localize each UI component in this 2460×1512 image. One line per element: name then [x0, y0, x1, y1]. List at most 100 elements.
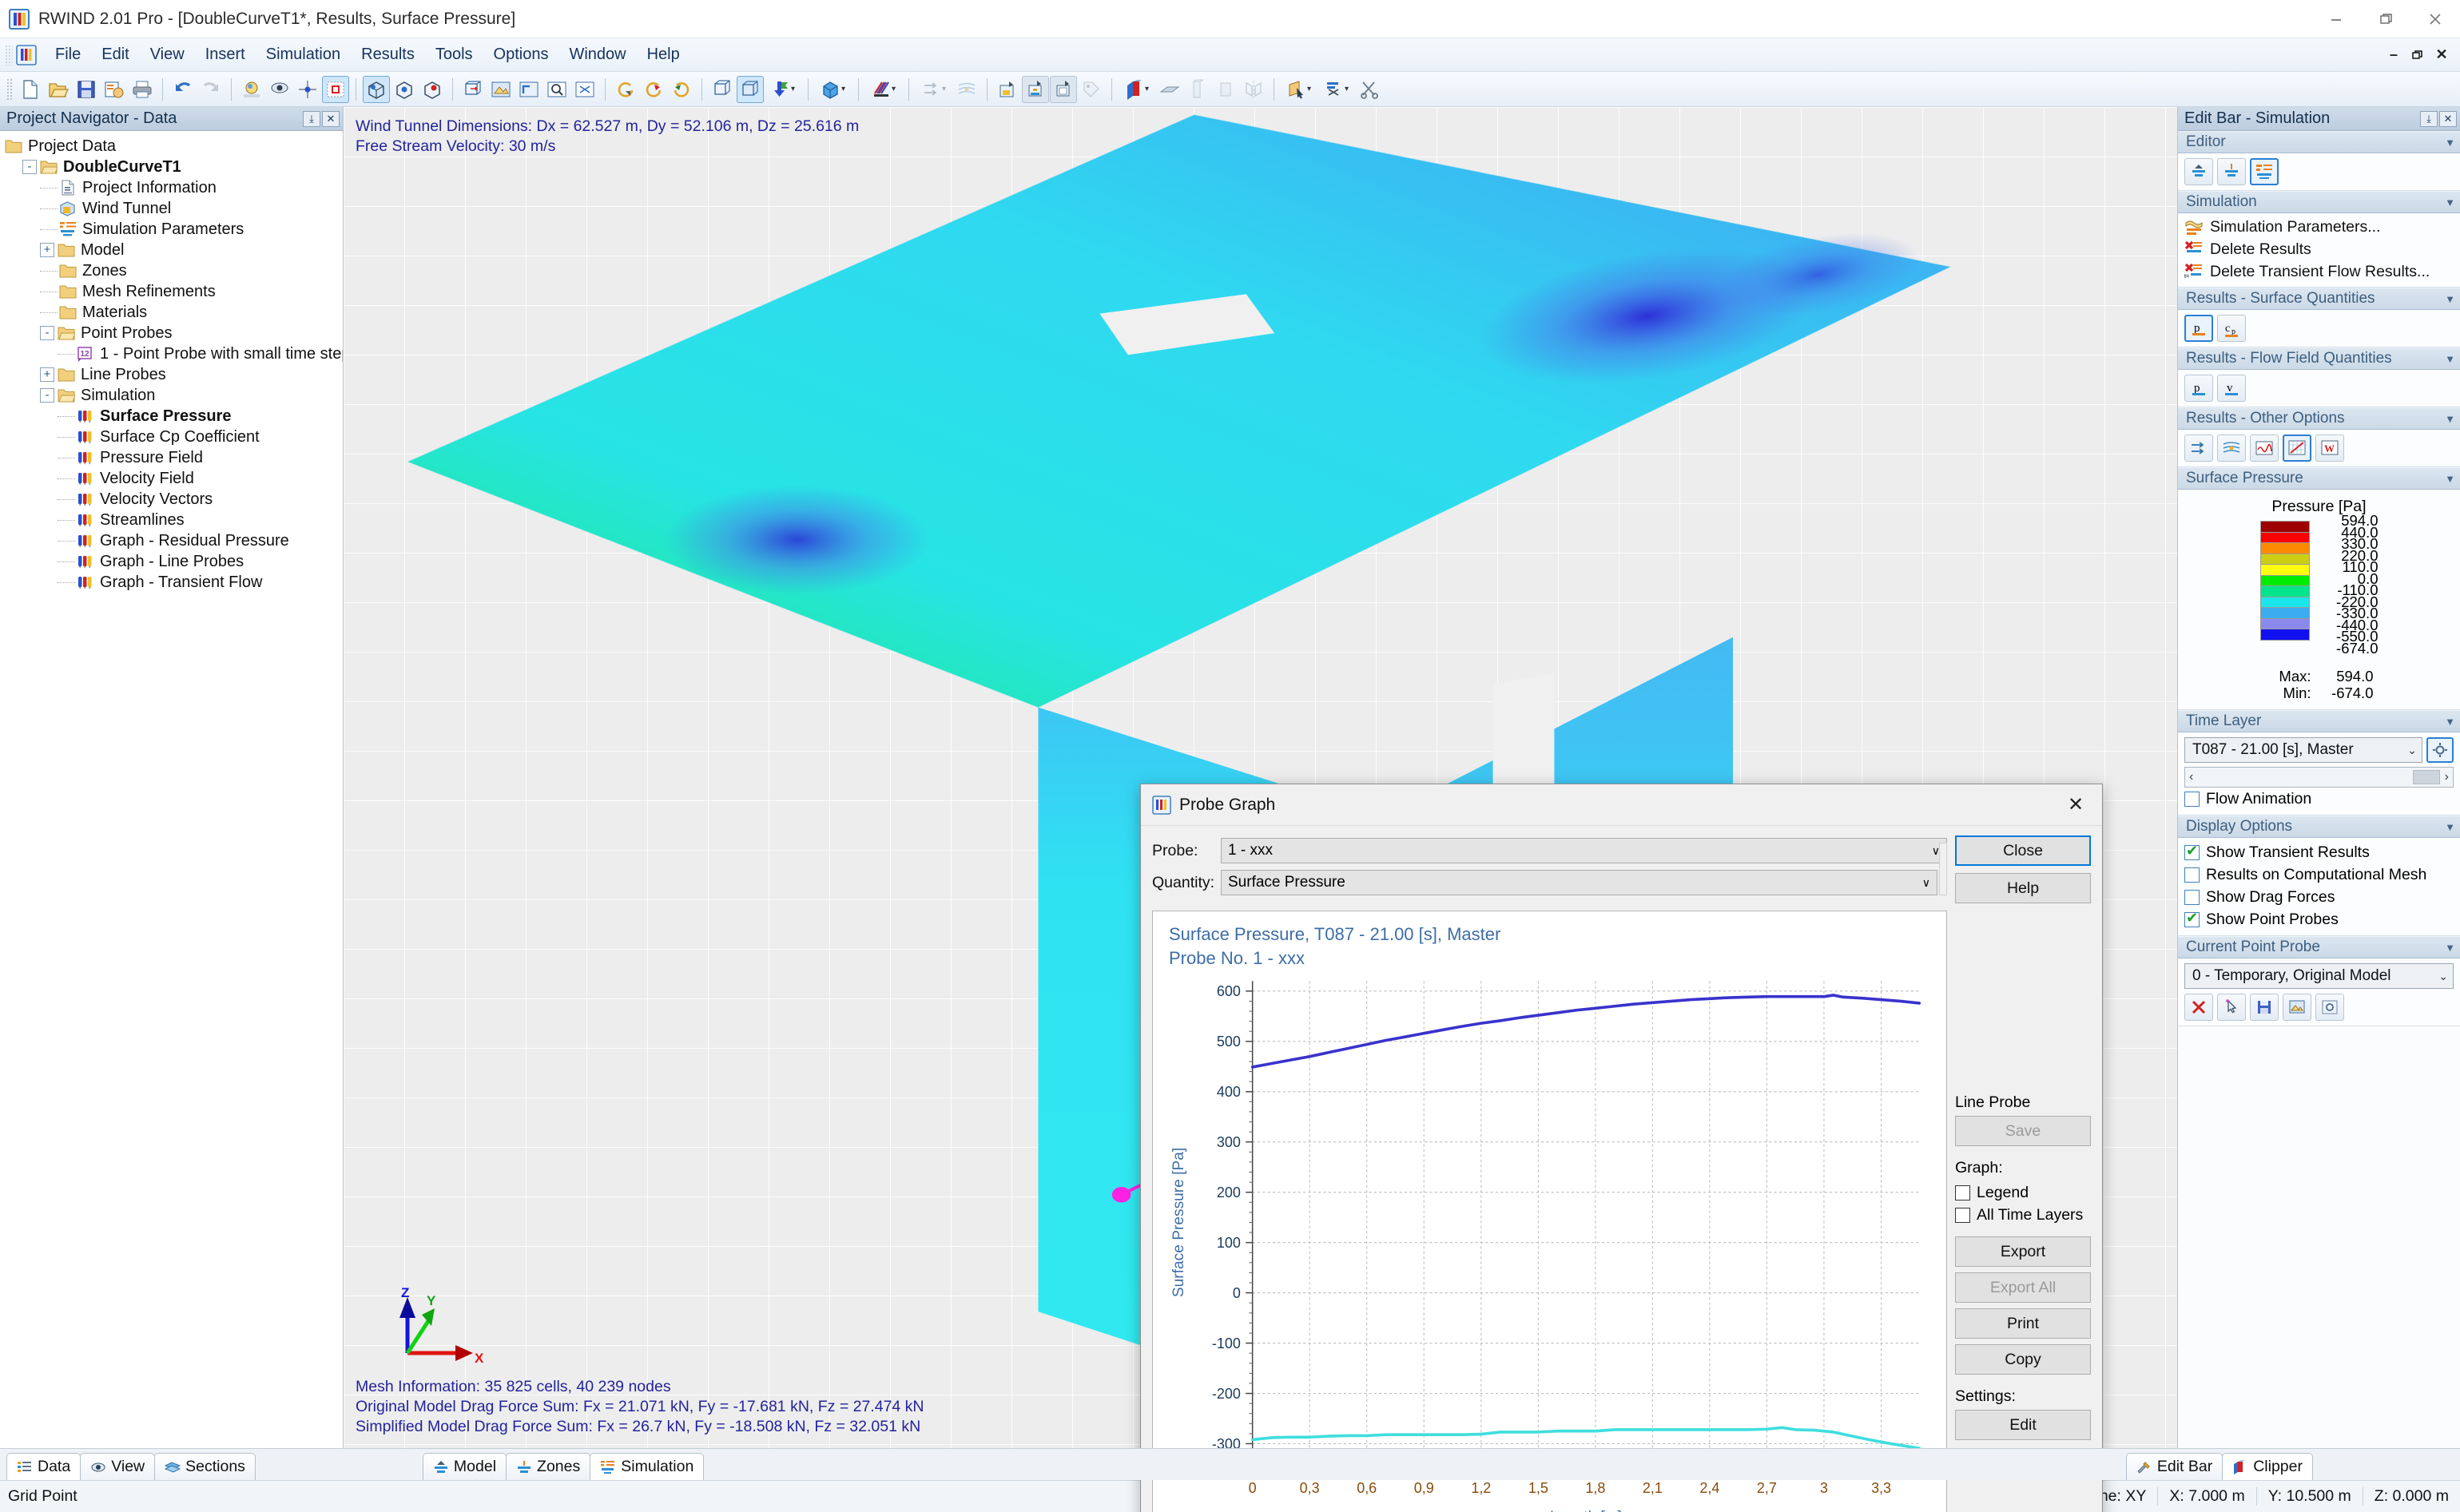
edit-bar-close-button[interactable]: ✕ — [2439, 110, 2457, 127]
menu-tools[interactable]: Tools — [425, 42, 483, 67]
surface-pressure-p-button[interactable]: p — [2184, 315, 2213, 342]
menu-window[interactable]: Window — [558, 42, 636, 67]
menu-view[interactable]: View — [140, 42, 195, 67]
clipper-toolbar-icon[interactable]: ▾ — [1119, 76, 1155, 103]
export-button[interactable]: Export — [1955, 1236, 2091, 1267]
mesh-refinement-icon[interactable]: ▾ — [865, 76, 902, 103]
line-probe-graph-icon[interactable] — [2283, 435, 2311, 462]
scissors-icon[interactable] — [1356, 76, 1383, 103]
tree-item[interactable]: Surface Cp Coefficient — [5, 427, 343, 447]
direction-arrow-icon[interactable]: ▾ — [765, 76, 801, 103]
tree-item[interactable]: Wind Tunnel — [5, 198, 343, 219]
toolbar-grip-1[interactable] — [6, 77, 13, 101]
tab-simulation[interactable]: Simulation — [590, 1453, 705, 1480]
tab-data[interactable]: Data — [6, 1453, 81, 1480]
tree-item[interactable]: Project Data — [5, 136, 343, 157]
select-surface-icon[interactable]: ▾ — [1281, 76, 1317, 103]
insert-section-icon[interactable] — [1050, 75, 1077, 103]
render-style-icon[interactable] — [238, 76, 265, 103]
time-layer-scrollbar[interactable]: ‹ › — [2184, 767, 2454, 788]
tree-item[interactable]: Graph - Line Probes — [5, 551, 343, 572]
probe-select[interactable]: 1 - xxx ∨ — [1221, 838, 1947, 863]
tab-view[interactable]: View — [80, 1453, 156, 1480]
tree-expander[interactable]: - — [22, 160, 37, 174]
view-xy-icon[interactable] — [391, 76, 418, 103]
tree-item[interactable]: Simulation Parameters — [5, 219, 343, 240]
menu-file[interactable]: File — [45, 42, 91, 67]
display-option-box[interactable] — [2184, 889, 2200, 905]
close-button[interactable] — [2410, 0, 2460, 38]
menu-delete-transient-flow-results[interactable]: t= Delete Transient Flow Results... — [2184, 260, 2454, 283]
tree-item[interactable]: Graph - Residual Pressure — [5, 530, 343, 551]
save-button[interactable]: Save — [1955, 1116, 2091, 1146]
editor-model-icon[interactable] — [2184, 158, 2213, 185]
mirror-icon[interactable] — [1240, 76, 1267, 103]
zoom-all-icon[interactable] — [571, 76, 598, 103]
tree-item[interactable]: Velocity Field — [5, 468, 343, 489]
menu-results[interactable]: Results — [351, 42, 425, 67]
time-layer-scroll-thumb[interactable] — [2412, 770, 2440, 784]
view-yz-icon[interactable] — [419, 76, 446, 103]
tree-item[interactable]: Project Information — [5, 177, 343, 198]
tab-model[interactable]: Model — [422, 1453, 507, 1480]
menu-edit[interactable]: Edit — [91, 42, 139, 67]
tab-zones[interactable]: Zones — [506, 1453, 591, 1480]
delete-probe-icon[interactable] — [2184, 994, 2213, 1021]
zoom-icon[interactable] — [543, 76, 570, 103]
legend-checkbox-box[interactable] — [1955, 1185, 1970, 1200]
tab-edit-bar[interactable]: Edit Bar — [2125, 1453, 2224, 1480]
help-button[interactable]: Help — [1955, 873, 2091, 903]
velocity-vectors-icon[interactable] — [2184, 435, 2213, 462]
redo-icon[interactable] — [197, 76, 225, 103]
mdi-close-button[interactable]: ✕ — [2430, 43, 2454, 67]
streamlines-toolbar-icon[interactable] — [953, 76, 980, 103]
edit-button[interactable]: Edit — [1955, 1410, 2091, 1440]
pick-probe-icon[interactable] — [2217, 994, 2246, 1021]
dialog-close-button[interactable]: ✕ — [2056, 789, 2096, 821]
tree-item[interactable]: Surface Pressure — [5, 406, 343, 427]
group-header-results-flow[interactable]: Results - Flow Field Quantities ▼ — [2178, 347, 2460, 370]
snap-grid-icon[interactable] — [294, 76, 321, 103]
flow-velocity-v-button[interactable]: v — [2217, 375, 2246, 402]
vertical-plane-icon[interactable] — [1184, 76, 1211, 103]
solid-model-icon[interactable] — [737, 75, 764, 103]
tree-item[interactable]: Velocity Vectors — [5, 489, 343, 510]
print-button[interactable]: Print — [1955, 1308, 2091, 1339]
time-layer-prev-button[interactable]: ‹ — [2189, 770, 2193, 784]
display-option-checkbox[interactable]: Show Drag Forces — [2184, 886, 2454, 908]
editor-zones-icon[interactable] — [2217, 158, 2246, 185]
box-plane-icon[interactable] — [1212, 76, 1239, 103]
tree-item[interactable]: + Model — [5, 240, 343, 260]
tree-item[interactable]: Pressure Field — [5, 447, 343, 468]
open-file-icon[interactable] — [45, 76, 72, 103]
minimize-button[interactable] — [2311, 0, 2361, 38]
copy-button[interactable]: Copy — [1955, 1344, 2091, 1375]
tree-item[interactable]: + Line Probes — [5, 364, 343, 385]
tab-sections[interactable]: Sections — [154, 1453, 256, 1480]
zoom-window-icon[interactable] — [515, 76, 542, 103]
maximize-button[interactable] — [2361, 0, 2410, 38]
menu-insert[interactable]: Insert — [195, 42, 256, 67]
tree-expander[interactable]: - — [40, 388, 54, 403]
new-file-icon[interactable] — [17, 76, 44, 103]
tree-item[interactable]: - Simulation — [5, 385, 343, 406]
legend-checkbox[interactable]: Legend — [1955, 1181, 2091, 1204]
surface-plane-icon[interactable] — [1156, 76, 1183, 103]
navigator-pin-button[interactable]: ⤓ — [303, 110, 320, 127]
all-time-layers-checkbox-box[interactable] — [1955, 1207, 1970, 1223]
save-probe-icon[interactable] — [2250, 994, 2279, 1021]
insert-point-probe-icon[interactable] — [994, 76, 1021, 103]
streamlines-icon[interactable] — [2217, 435, 2246, 462]
rotate-cw-icon[interactable] — [668, 76, 695, 103]
view-iso-icon[interactable] — [363, 75, 390, 103]
tree-item[interactable]: Zones — [5, 260, 343, 281]
wireframe-model-icon[interactable] — [709, 76, 736, 103]
group-header-current-point-probe[interactable]: Current Point Probe ▼ — [2178, 936, 2460, 958]
display-option-checkbox[interactable]: Results on Computational Mesh — [2184, 863, 2454, 886]
display-option-box[interactable] — [2184, 910, 2200, 927]
close-button[interactable]: Close — [1955, 835, 2091, 866]
menu-delete-results[interactable]: Delete Results — [2184, 238, 2454, 260]
tree-expander[interactable]: + — [40, 367, 54, 382]
wind-tunnel-icon[interactable]: ▾ — [815, 76, 852, 103]
cut-tool-icon[interactable]: ▾ — [1318, 76, 1355, 103]
